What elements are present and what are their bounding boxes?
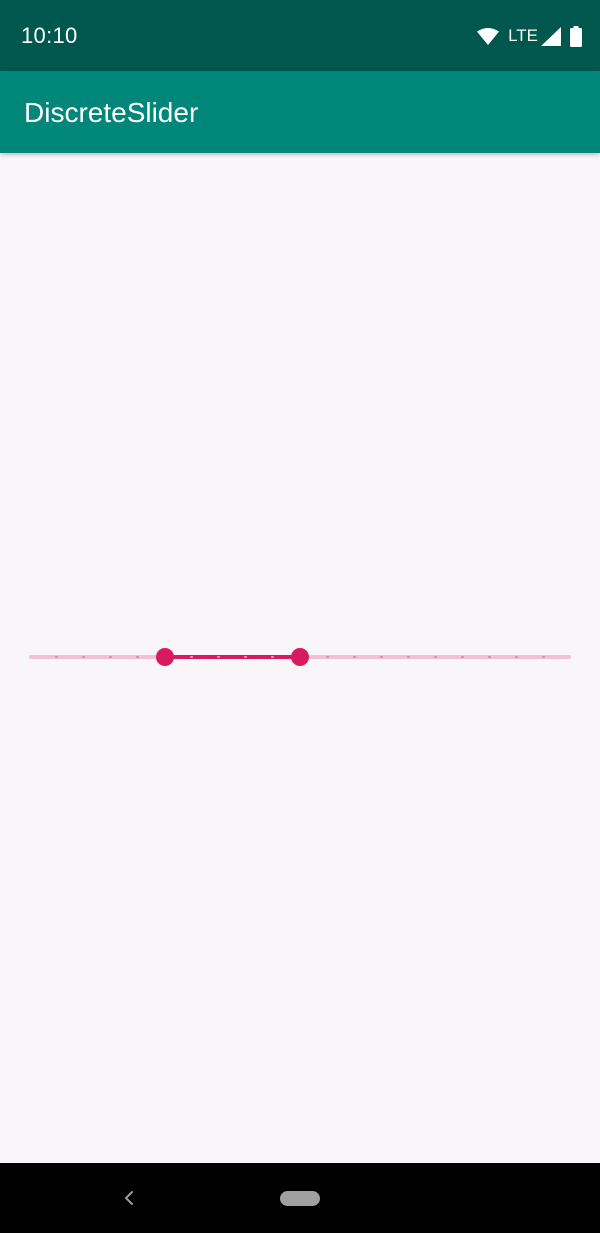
- back-icon[interactable]: [122, 1188, 136, 1208]
- navigation-bar: [0, 1163, 600, 1233]
- slider-start-thumb[interactable]: [155, 648, 174, 666]
- slider-tick-mark: [81, 656, 85, 658]
- range-slider[interactable]: [18, 637, 582, 677]
- app-bar: DiscreteSlider: [0, 71, 600, 153]
- slider-tick-mark: [406, 656, 410, 658]
- status-icons: LTE: [477, 23, 582, 49]
- slider-tick-mark: [54, 656, 58, 658]
- home-pill-icon[interactable]: [280, 1191, 320, 1206]
- status-time: 10:10: [21, 23, 78, 48]
- wifi-icon: [477, 27, 500, 45]
- slider-tick-mark: [135, 656, 139, 658]
- slider-tick-mark: [190, 656, 194, 658]
- slider-tick-mark: [379, 656, 383, 658]
- slider-active-track: [164, 655, 300, 659]
- network-type-label: LTE: [508, 26, 538, 45]
- content-area: [0, 153, 600, 1163]
- slider-tick-mark: [108, 656, 112, 658]
- slider-tick-mark: [461, 656, 465, 658]
- slider-tick-mark: [325, 656, 329, 658]
- app-title: DiscreteSlider: [24, 97, 199, 128]
- slider-tick-mark: [352, 656, 356, 658]
- slider-end-thumb[interactable]: [291, 648, 309, 666]
- battery-icon: [570, 25, 582, 47]
- status-bar: 10:10 LTE: [0, 0, 600, 71]
- cellular-signal-icon: [541, 26, 561, 46]
- slider-tick-mark: [434, 656, 437, 658]
